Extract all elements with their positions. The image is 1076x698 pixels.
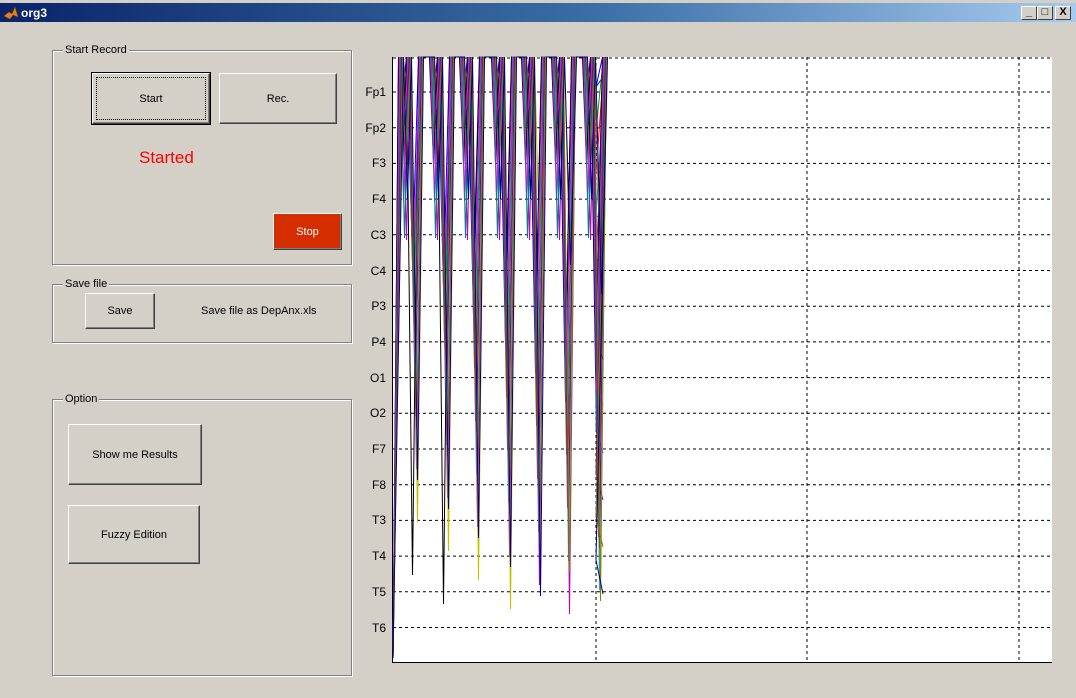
focus-rect bbox=[96, 77, 206, 120]
maximize-button[interactable]: □ bbox=[1037, 6, 1053, 20]
eeg-plot-canvas bbox=[392, 56, 1053, 663]
rec-button-label: Rec. bbox=[266, 92, 290, 105]
save-button-label: Save bbox=[107, 305, 133, 317]
channel-label: P4 bbox=[371, 334, 386, 349]
channel-label: T5 bbox=[371, 584, 386, 599]
minimize-button[interactable]: _ bbox=[1021, 6, 1037, 20]
fuzzy-edition-button[interactable]: Fuzzy Edition bbox=[68, 505, 200, 564]
channel-label: Fp2 bbox=[365, 120, 386, 135]
save-hint: Save file as DepAnx.xls bbox=[201, 305, 317, 317]
matlab-icon bbox=[3, 6, 19, 20]
option-legend: Option bbox=[63, 393, 100, 405]
channel-label: F7 bbox=[371, 442, 386, 456]
start-record-legend: Start Record bbox=[63, 44, 129, 56]
record-status: Started bbox=[139, 148, 194, 167]
stop-button-label: Stop bbox=[296, 225, 319, 238]
show-results-label: Show me Results bbox=[92, 448, 178, 461]
eeg-waveform bbox=[392, 56, 607, 659]
channel-label: O2 bbox=[369, 406, 386, 421]
channel-label: T6 bbox=[371, 620, 386, 635]
channel-label: C4 bbox=[370, 263, 386, 278]
channel-label: T3 bbox=[371, 513, 386, 528]
channel-label: F3 bbox=[371, 156, 386, 171]
show-results-button[interactable]: Show me Results bbox=[68, 424, 202, 485]
save-button[interactable]: Save bbox=[85, 293, 155, 329]
channel-label: C3 bbox=[370, 227, 386, 242]
channel-label: P3 bbox=[371, 299, 386, 314]
fuzzy-edition-label: Fuzzy Edition bbox=[100, 528, 168, 541]
stop-button[interactable]: Stop bbox=[273, 213, 342, 250]
channel-label: T4 bbox=[371, 549, 386, 564]
save-file-legend: Save file bbox=[63, 278, 110, 290]
channel-label: F8 bbox=[371, 477, 386, 492]
close-button[interactable]: X bbox=[1055, 6, 1071, 20]
title-bar: org3 _ □ X bbox=[0, 3, 1076, 22]
window-title: org3 bbox=[21, 6, 48, 20]
rec-button[interactable]: Rec. bbox=[219, 73, 337, 124]
start-button[interactable]: Start bbox=[91, 72, 211, 125]
eeg-plot bbox=[392, 56, 1053, 663]
channel-label: Fp1 bbox=[365, 85, 386, 99]
channel-label: O1 bbox=[369, 370, 386, 385]
channel-label: F4 bbox=[371, 192, 386, 207]
